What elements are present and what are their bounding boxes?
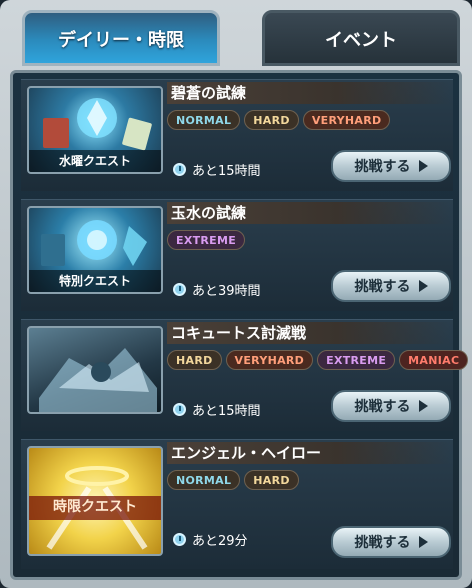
quest-banner[interactable] (27, 326, 163, 414)
quest-item: 時限クエスト エンジェル・ヘイロー NORMAL HARD あと29分 挑戦する (21, 439, 453, 569)
banner-label: 水曜クエスト (29, 150, 161, 172)
quest-title: エンジェル・ヘイロー (167, 442, 451, 464)
quest-item: コキュートス討滅戦 HARD VERYHARD EXTREME MANIAC あ… (21, 319, 469, 431)
banner-label: 時限クエスト (29, 496, 161, 520)
challenge-button[interactable]: 挑戦する (331, 390, 451, 422)
crystal-book-icon (43, 98, 152, 151)
difficulty-badges: HARD VERYHARD EXTREME MANIAC (167, 350, 469, 370)
quest-window: デイリー・時限 イベント 水曜クエスト 碧蒼の試練 NORMAL HARD VE… (0, 0, 472, 588)
challenge-button[interactable]: 挑戦する (331, 526, 451, 558)
difficulty-badge: NORMAL (167, 110, 241, 130)
difficulty-badge: VERYHARD (302, 110, 391, 130)
remaining-time: あと29分 (173, 530, 248, 549)
difficulty-badge: NORMAL (167, 470, 241, 490)
quest-title: 玉水の試練 (167, 202, 451, 224)
quest-title: コキュートス討滅戦 (167, 322, 451, 344)
difficulty-badge: HARD (244, 110, 299, 130)
quest-banner[interactable]: 特別クエスト (27, 206, 163, 294)
remaining-time-text: あと15時間 (192, 404, 261, 419)
quest-banner[interactable]: 水曜クエスト (27, 86, 163, 174)
ice-dragon-icon (39, 348, 157, 412)
remaining-time-text: あと29分 (192, 534, 248, 549)
quest-list-panel: 水曜クエスト 碧蒼の試練 NORMAL HARD VERYHARD あと15時間… (10, 70, 469, 580)
tab-bar: デイリー・時限 イベント (12, 6, 460, 70)
challenge-button[interactable]: 挑戦する (331, 150, 451, 182)
tab-daily-limited[interactable]: デイリー・時限 (22, 10, 220, 66)
remaining-time: あと39時間 (173, 280, 261, 299)
difficulty-badge: MANIAC (399, 350, 469, 370)
difficulty-badge: HARD (167, 350, 222, 370)
play-arrow-icon (418, 536, 428, 548)
difficulty-badges: NORMAL HARD VERYHARD (167, 110, 391, 130)
play-arrow-icon (418, 400, 428, 412)
challenge-button-label: 挑戦する (354, 159, 411, 175)
play-arrow-icon (418, 160, 428, 172)
quest-banner[interactable]: 時限クエスト (27, 446, 163, 556)
clock-icon (173, 403, 186, 416)
clock-icon (173, 283, 186, 296)
difficulty-badge: HARD (244, 470, 299, 490)
quest-title: 碧蒼の試練 (167, 82, 451, 104)
difficulty-badge: EXTREME (167, 230, 246, 250)
remaining-time-text: あと39時間 (192, 284, 261, 299)
clock-icon (173, 533, 186, 546)
difficulty-badges: EXTREME (167, 230, 246, 250)
remaining-time: あと15時間 (173, 160, 261, 179)
clock-icon (173, 163, 186, 176)
challenge-button-label: 挑戦する (354, 535, 411, 551)
challenge-button[interactable]: 挑戦する (331, 270, 451, 302)
play-arrow-icon (418, 280, 428, 292)
remaining-time: あと15時間 (173, 400, 261, 419)
challenge-button-label: 挑戦する (354, 279, 411, 295)
challenge-button-label: 挑戦する (354, 399, 411, 415)
quest-item: 特別クエスト 玉水の試練 EXTREME あと39時間 挑戦する (21, 199, 453, 311)
banner-label: 特別クエスト (29, 270, 161, 292)
water-orb-icon (41, 220, 147, 266)
difficulty-badges: NORMAL HARD (167, 470, 299, 490)
difficulty-badge: VERYHARD (225, 350, 314, 370)
difficulty-badge: EXTREME (317, 350, 396, 370)
remaining-time-text: あと15時間 (192, 164, 261, 179)
quest-item: 水曜クエスト 碧蒼の試練 NORMAL HARD VERYHARD あと15時間… (21, 79, 453, 191)
tab-event[interactable]: イベント (262, 10, 460, 66)
